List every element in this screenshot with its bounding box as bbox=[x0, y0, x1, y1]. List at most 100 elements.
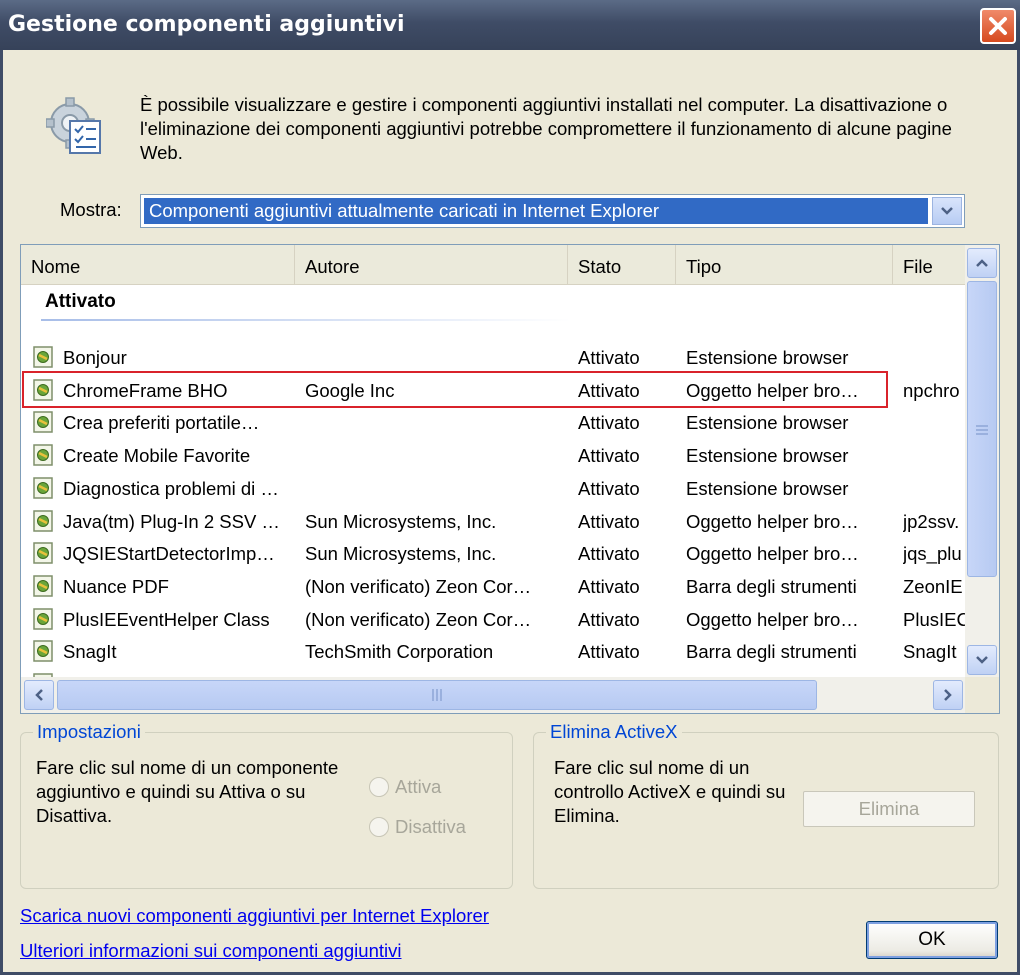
vertical-scroll-thumb[interactable] bbox=[967, 281, 997, 577]
cell-file: jqs_plu bbox=[903, 543, 962, 565]
addons-list[interactable]: Nome Autore Stato Tipo File Attivato Bon… bbox=[20, 244, 1000, 714]
settings-groupbox: Impostazioni Fare clic sul nome di un co… bbox=[20, 721, 513, 889]
show-label: Mostra: bbox=[60, 199, 122, 220]
intro-description: È possibile visualizzare e gestire i com… bbox=[140, 94, 952, 163]
scroll-left-button[interactable] bbox=[24, 680, 54, 710]
cell-file bbox=[903, 341, 965, 374]
cell-author bbox=[305, 406, 560, 439]
scroll-down-button[interactable] bbox=[967, 645, 997, 675]
horizontal-scrollbar[interactable] bbox=[21, 677, 966, 713]
cell-name: SnagIt bbox=[63, 641, 117, 663]
settings-title: Impostazioni bbox=[33, 721, 145, 743]
dropdown-button[interactable] bbox=[932, 197, 962, 225]
cell-author: Sun Microsystems, Inc. bbox=[305, 510, 497, 532]
column-header-file[interactable]: File bbox=[893, 245, 966, 285]
cell-file: SnagIt bbox=[903, 641, 957, 663]
cell-type: Oggetto helper bro… bbox=[686, 510, 859, 532]
addon-icon bbox=[33, 509, 53, 532]
cell-status: Attivato bbox=[578, 608, 640, 630]
delete-button[interactable]: Elimina bbox=[803, 791, 975, 827]
group-header-enabled: Attivato bbox=[45, 291, 116, 312]
list-item[interactable]: JQSIEStartDetectorImp… Sun Microsystems, … bbox=[21, 537, 966, 570]
close-icon bbox=[989, 17, 1007, 35]
cell-file: npchro bbox=[903, 379, 960, 401]
chevron-left-icon bbox=[35, 689, 43, 701]
column-header-name[interactable]: Nome bbox=[21, 245, 295, 285]
settings-text: Fare clic sul nome di un componente aggi… bbox=[36, 757, 339, 826]
enable-radio[interactable]: Attiva bbox=[369, 776, 441, 798]
chevron-up-icon bbox=[976, 259, 988, 267]
list-item[interactable]: Diagnostica problemi di … Attivato Estensi… bbox=[21, 472, 966, 505]
radio-circle bbox=[369, 777, 389, 797]
cell-type: Estensione browser bbox=[686, 445, 849, 467]
cell-name: PlusIEEventHelper Class bbox=[63, 608, 270, 630]
cell-file bbox=[903, 472, 965, 505]
chevron-down-icon bbox=[941, 207, 953, 215]
column-header-status[interactable]: Stato bbox=[568, 245, 676, 285]
ok-button[interactable]: OK bbox=[866, 921, 998, 959]
cell-type: Oggetto helper bro… bbox=[686, 543, 859, 565]
disable-radio[interactable]: Disattiva bbox=[369, 816, 466, 838]
chevron-right-icon bbox=[944, 689, 952, 701]
addons-gear-icon bbox=[46, 97, 101, 154]
cell-author: Sun Microsystems, Inc. bbox=[305, 543, 497, 565]
list-item[interactable]: Crea preferiti portatile… Attivato Estensi… bbox=[21, 406, 966, 439]
cell-author bbox=[305, 439, 560, 472]
chevron-down-icon bbox=[976, 656, 988, 664]
cell-status: Attivato bbox=[578, 575, 640, 597]
more-info-link[interactable]: Ulteriori informazioni sui componenti ag… bbox=[20, 940, 401, 962]
scrollbar-corner bbox=[965, 677, 999, 713]
download-addons-link[interactable]: Scarica nuovi componenti aggiuntivi per … bbox=[20, 905, 489, 927]
horizontal-scroll-thumb[interactable] bbox=[57, 680, 817, 710]
cell-file bbox=[903, 406, 965, 439]
column-header-author[interactable]: Autore bbox=[295, 245, 568, 285]
cell-status: Attivato bbox=[578, 347, 640, 368]
cell-type: Barra degli strumenti bbox=[686, 641, 857, 663]
disable-radio-label: Disattiva bbox=[395, 816, 466, 837]
cell-author: (Non verificato) Zeon Cor… bbox=[305, 575, 532, 597]
cell-status: Attivato bbox=[578, 543, 640, 565]
list-item[interactable]: Create Mobile Favorite Attivato Estensione… bbox=[21, 439, 966, 472]
cell-name: Nuance PDF bbox=[63, 575, 169, 597]
cell-name: Bonjour bbox=[63, 347, 127, 368]
scroll-up-button[interactable] bbox=[967, 248, 997, 278]
list-item[interactable]: Java(tm) Plug-In 2 SSV … Sun Microsystems… bbox=[21, 505, 966, 538]
cell-name: Crea preferiti portatile… bbox=[63, 412, 260, 434]
group-divider bbox=[41, 319, 571, 321]
list-header: Nome Autore Stato Tipo File bbox=[21, 245, 966, 285]
list-item[interactable]: PlusIEEventHelper Class (Non verificato) … bbox=[21, 603, 966, 636]
cell-type: Barra degli strumenti bbox=[686, 575, 857, 597]
cell-author bbox=[305, 341, 560, 374]
close-button[interactable] bbox=[980, 8, 1016, 44]
cell-type: Estensione browser bbox=[686, 347, 849, 368]
cell-status: Attivato bbox=[578, 641, 640, 663]
cell-status: Attivato bbox=[578, 477, 640, 499]
list-item[interactable]: Nuance PDF (Non verificato) Zeon Cor… Atti… bbox=[21, 570, 966, 603]
cell-author: (Non verificato) Zeon Cor… bbox=[305, 608, 532, 630]
cell-author: TechSmith Corporation bbox=[305, 641, 494, 663]
column-header-type[interactable]: Tipo bbox=[676, 245, 893, 285]
list-item[interactable]: Bonjour Attivato Estensione browser bbox=[21, 341, 966, 374]
highlight-box bbox=[22, 371, 888, 408]
activex-title: Elimina ActiveX bbox=[546, 721, 682, 743]
cell-name: Create Mobile Favorite bbox=[63, 445, 251, 467]
cell-status: Attivato bbox=[578, 510, 640, 532]
cell-file bbox=[903, 439, 965, 472]
vertical-scrollbar[interactable] bbox=[965, 245, 999, 677]
addon-icon bbox=[33, 575, 53, 597]
scroll-right-button[interactable] bbox=[933, 680, 963, 710]
show-dropdown[interactable]: Componenti aggiuntivi attualmente carica… bbox=[140, 194, 965, 228]
cell-type: Estensione browser bbox=[686, 412, 849, 434]
title-bar: Gestione componenti aggiuntivi bbox=[0, 0, 1020, 50]
radio-circle bbox=[369, 817, 389, 837]
addon-icon bbox=[33, 346, 53, 368]
cell-status: Attivato bbox=[578, 412, 640, 434]
addon-icon bbox=[33, 411, 53, 434]
addon-icon bbox=[33, 542, 53, 564]
cell-name: Java(tm) Plug-In 2 SSV … bbox=[63, 510, 280, 532]
cell-name: JQSIEStartDetectorImp… bbox=[63, 543, 275, 565]
list-item[interactable]: SnagIt TechSmith Corporation Attivato Barra… bbox=[21, 635, 966, 668]
cell-file: PlusIEC bbox=[903, 608, 965, 630]
grip-icon bbox=[432, 689, 442, 701]
cell-file: ZeonIE bbox=[903, 575, 963, 597]
